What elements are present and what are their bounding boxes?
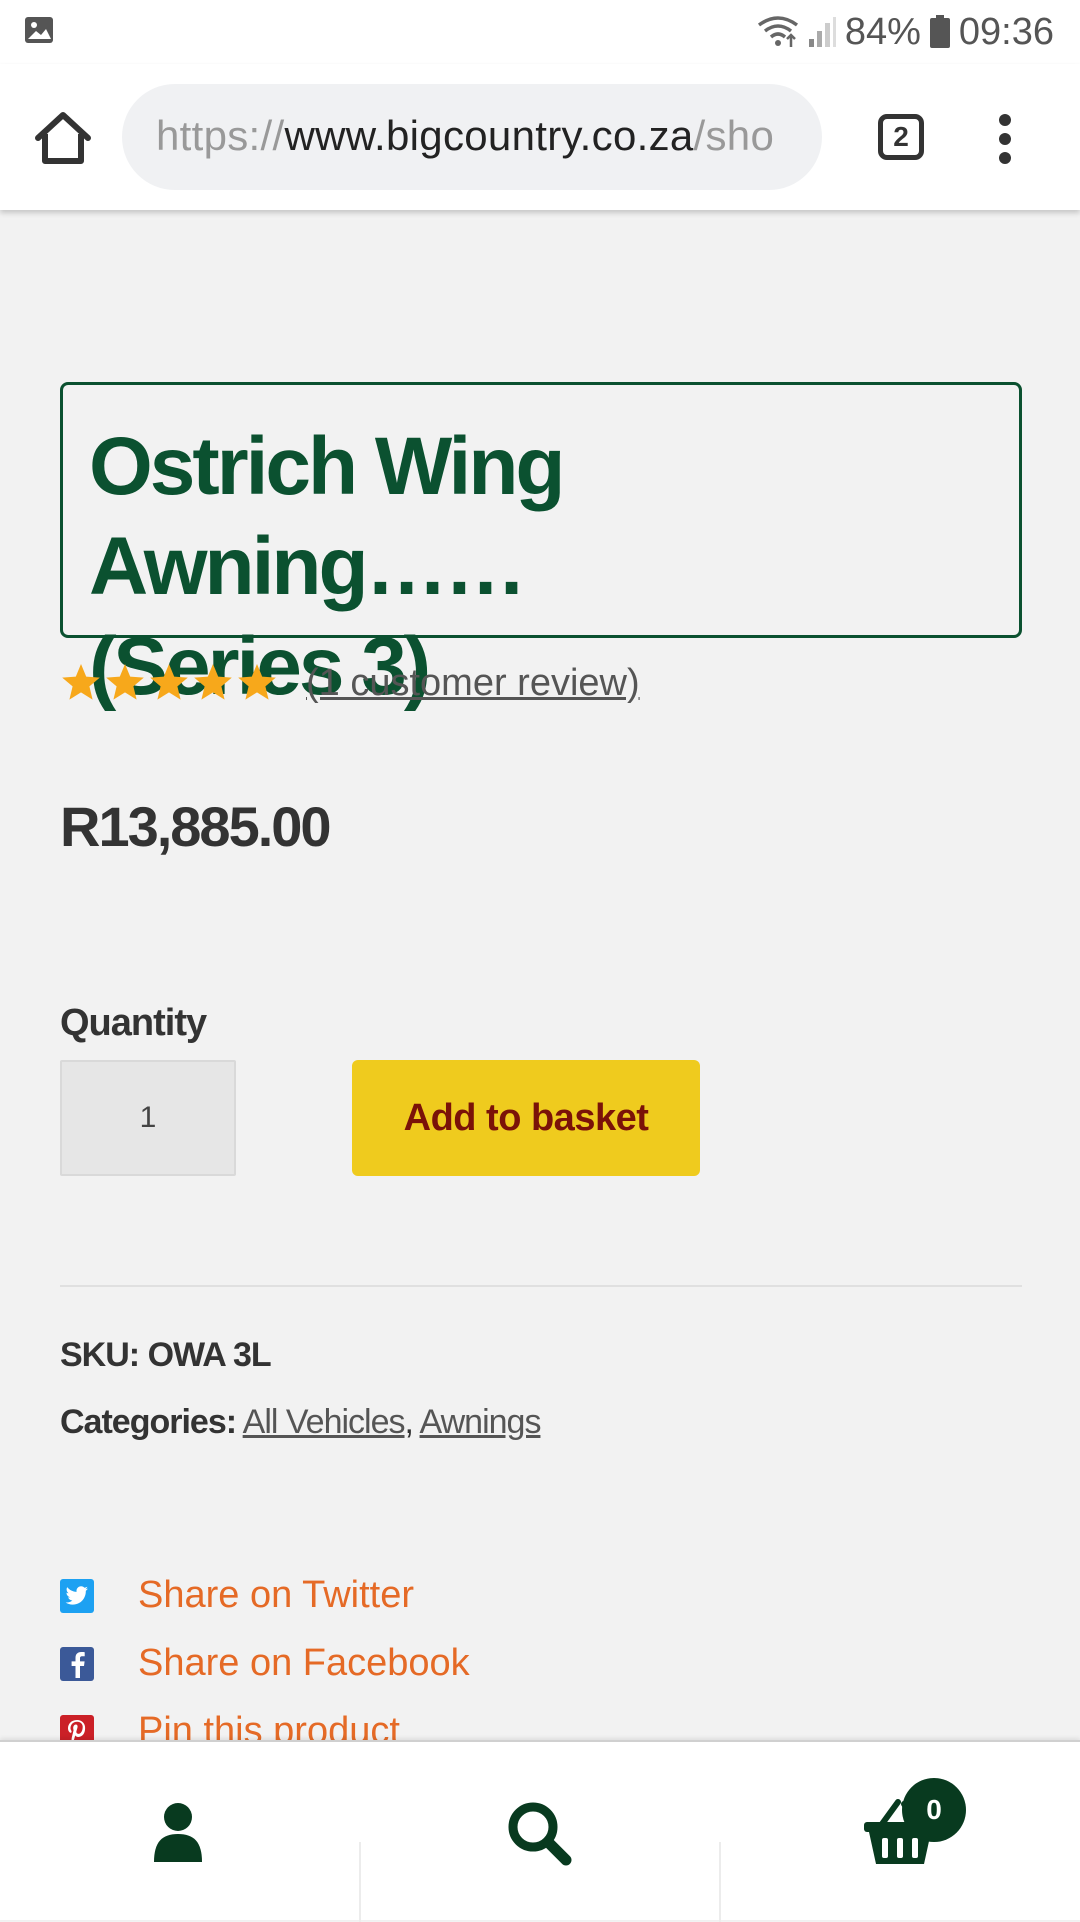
quantity-input[interactable]: [60, 1060, 236, 1176]
tab-switcher-button[interactable]: 2: [878, 114, 924, 160]
url-scheme: https://: [156, 112, 285, 159]
url-text: https://www.bigcountry.co.za/sho: [156, 112, 774, 160]
category-link-awnings[interactable]: Awnings: [420, 1403, 542, 1441]
bottom-navigation: 0: [0, 1740, 1080, 1922]
tab-count: 2: [893, 121, 909, 152]
category-link-all-vehicles[interactable]: All Vehicles: [243, 1403, 406, 1441]
star-icon: [194, 664, 232, 700]
star-icon: [106, 664, 144, 700]
wifi-icon: [757, 16, 798, 47]
product-title-box: Ostrich Wing Awning…… (Series 3): [60, 382, 1022, 712]
search-button[interactable]: [360, 1742, 720, 1922]
signal-icon: [808, 17, 836, 47]
search-icon: [508, 1802, 572, 1866]
status-bar: 84% 09:36: [0, 0, 1080, 64]
account-button[interactable]: [0, 1742, 360, 1922]
star-icon: [150, 664, 188, 700]
url-path: /sho: [693, 112, 775, 159]
star-icon: [238, 664, 276, 700]
clock: 09:36: [958, 10, 1054, 53]
category-separator: ,: [404, 1403, 415, 1441]
share-twitter[interactable]: Share on Twitter: [60, 1574, 414, 1617]
url-host: www.bigcountry.co.za: [284, 112, 694, 159]
cart-count-badge: 0: [902, 1778, 966, 1842]
categories-line: Categories: All Vehicles, Awnings: [60, 1403, 542, 1442]
browser-toolbar: https://www.bigcountry.co.za/sho 2: [0, 64, 1080, 210]
home-icon[interactable]: [32, 110, 94, 166]
image-notification-icon: [25, 17, 53, 43]
twitter-icon: [60, 1578, 94, 1613]
product-rating: (1 customer review): [60, 658, 640, 708]
sku-label: SKU:: [60, 1336, 140, 1374]
cart-button[interactable]: [720, 1742, 1080, 1922]
add-to-basket-button[interactable]: Add to basket: [352, 1060, 700, 1176]
user-icon: [154, 1803, 202, 1862]
categories-label: Categories:: [60, 1403, 237, 1441]
share-facebook[interactable]: Share on Facebook: [60, 1642, 470, 1685]
facebook-icon: [60, 1646, 94, 1681]
share-twitter-label: Share on Twitter: [138, 1574, 415, 1616]
divider: [60, 1285, 1022, 1287]
product-title-line1: Ostrich Wing Awning……: [89, 421, 566, 612]
battery-icon: [929, 15, 950, 48]
review-link[interactable]: (1 customer review): [306, 662, 640, 705]
sku-line: SKU: OWA 3L: [60, 1336, 272, 1375]
share-facebook-label: Share on Facebook: [138, 1642, 470, 1684]
more-menu-icon[interactable]: [990, 114, 1020, 164]
star-icon: [62, 664, 100, 700]
url-bar[interactable]: https://www.bigcountry.co.za/sho: [122, 84, 822, 190]
battery-percent: 84%: [844, 10, 921, 53]
product-price: R13,885.00: [60, 795, 332, 858]
sku-value: OWA 3L: [147, 1336, 272, 1374]
quantity-label: Quantity: [60, 1002, 207, 1044]
star-rating: [60, 662, 278, 704]
